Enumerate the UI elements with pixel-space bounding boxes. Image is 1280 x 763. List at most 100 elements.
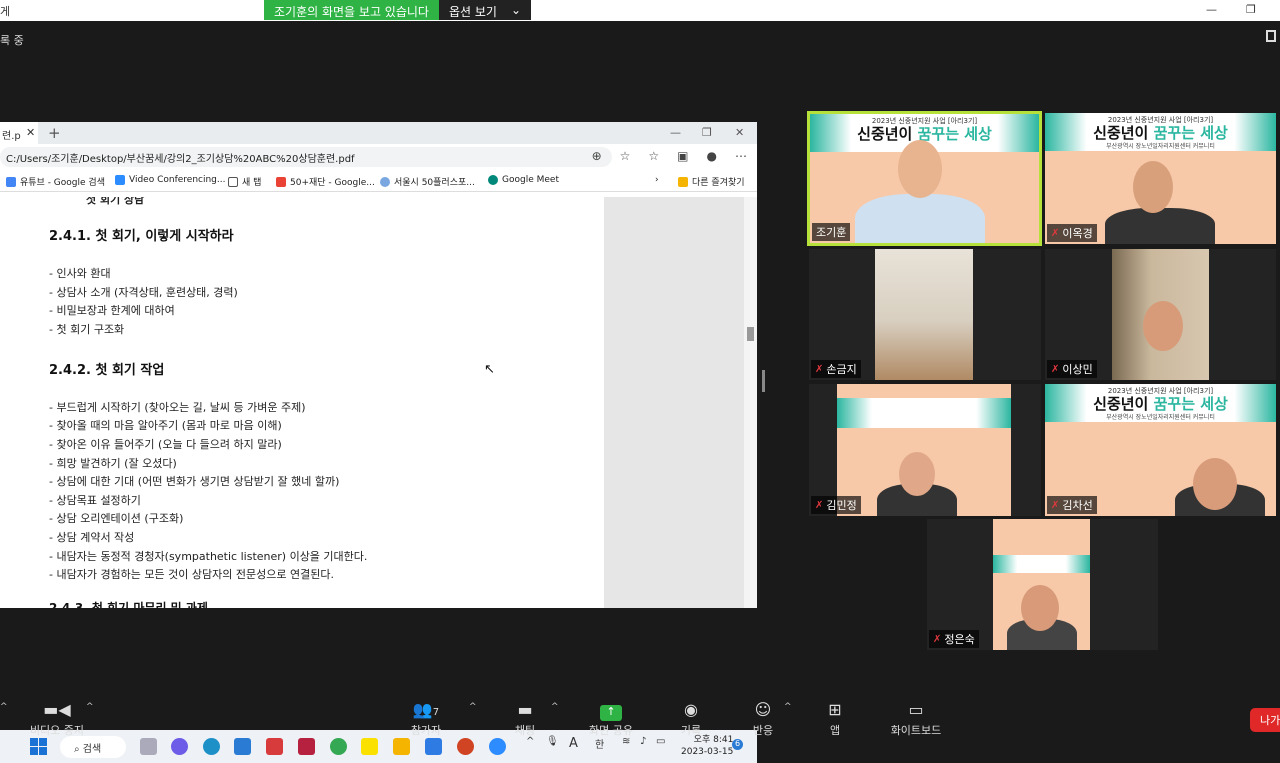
video-tile[interactable]: 2023년 신중년지원 사업 [아리3기] 신중년이 꿈꾸는 세상 조기훈 bbox=[807, 111, 1042, 246]
recording-status: 록 중 bbox=[0, 34, 24, 47]
participant-label: ✗ 이상민 bbox=[1047, 360, 1097, 378]
bookmark-item[interactable]: 새 탭 bbox=[228, 175, 261, 188]
participants-icon: 👥 bbox=[412, 700, 433, 719]
mic-icon[interactable]: 🎙 bbox=[546, 736, 559, 747]
gallery-view-icon[interactable] bbox=[1266, 30, 1276, 42]
new-tab-icon[interactable]: + bbox=[48, 124, 61, 142]
profile-icon[interactable]: ● bbox=[707, 149, 717, 163]
list-item: - 상담목표 설정하기 bbox=[49, 494, 141, 507]
pdf-margin bbox=[604, 197, 744, 608]
reactions-caret-icon[interactable]: ^ bbox=[784, 702, 792, 712]
taskbar-search[interactable]: ⌕ 검색 bbox=[60, 736, 126, 758]
ime-indicator[interactable]: 한 bbox=[595, 736, 604, 751]
video-tile[interactable]: ✗ 이상민 bbox=[1045, 249, 1276, 380]
whiteboard-button[interactable]: ▭ 화이트보드 bbox=[884, 700, 948, 738]
whiteboard-icon: ▭ bbox=[908, 700, 924, 719]
chat-caret-icon[interactable]: ^ bbox=[551, 702, 559, 712]
list-item: - 희망 발견하기 (잘 오셨다) bbox=[49, 457, 177, 470]
list-item: - 상담 계약서 작성 bbox=[49, 531, 135, 544]
windows-taskbar: ⌕ 검색 ^ 🎙 A 한 ≋ ♪ ▭ 오후 8:41 2023-03-15 6 bbox=[0, 730, 757, 763]
mini-banner bbox=[993, 555, 1090, 573]
pdf-document: 첫 회기 상담 2.4.1. 첫 회기, 이렇게 시작하라 - 인사와 환대 -… bbox=[0, 197, 604, 608]
person-face bbox=[1143, 301, 1183, 351]
browser-close-icon[interactable]: ✕ bbox=[735, 126, 744, 139]
close-tab-icon[interactable]: ✕ bbox=[26, 126, 35, 139]
mic-muted-icon: ✗ bbox=[815, 363, 824, 375]
list-item: - 상담사 소개 (자격상태, 훈련상태, 경력) bbox=[49, 286, 238, 299]
participants-button[interactable]: 👥7 참가자 bbox=[404, 700, 448, 738]
bookmark-item[interactable]: 유튜브 - Google 검색 bbox=[6, 175, 105, 188]
chat-icon: ▬ bbox=[517, 700, 533, 719]
mic-muted-icon: ✗ bbox=[815, 499, 824, 511]
browser-restore-icon[interactable]: ❐ bbox=[702, 126, 712, 139]
mic-muted-icon: ✗ bbox=[933, 633, 942, 645]
site-icon bbox=[380, 176, 390, 187]
favorites-list-icon[interactable]: ☆ bbox=[648, 149, 659, 163]
zoom-icon[interactable]: ⊕ bbox=[592, 149, 602, 163]
mic-muted-icon: ✗ bbox=[1051, 499, 1060, 511]
splitter-handle[interactable] bbox=[762, 370, 765, 392]
collections-icon[interactable]: ▣ bbox=[677, 149, 688, 163]
video-tile[interactable]: ✗ 김민정 bbox=[809, 384, 1041, 516]
participant-label: ✗ 정은숙 bbox=[929, 630, 979, 648]
chevron-down-icon: ⌄ bbox=[510, 3, 522, 17]
view-options-button[interactable]: 옵션 보기 ⌄ bbox=[438, 0, 532, 20]
participant-label: ✗ 김민정 bbox=[811, 496, 861, 514]
caret-icon[interactable]: ^ bbox=[0, 702, 8, 712]
zoom-app-icon bbox=[115, 175, 125, 185]
banner: 2023년 신중년지원 사업 [아리3기] 신중년이 꿈꾸는 세상 부산광역시 … bbox=[1045, 113, 1276, 151]
record-icon: ◉ bbox=[684, 700, 698, 719]
minimize-icon[interactable]: — bbox=[1206, 3, 1217, 16]
browser-minimize-icon[interactable]: — bbox=[670, 126, 681, 139]
chevron-right-icon[interactable]: › bbox=[655, 175, 659, 185]
person-face bbox=[899, 452, 935, 496]
mouse-cursor-icon: ↖ bbox=[484, 362, 495, 377]
banner: 2023년 신중년지원 사업 [아리3기] 신중년이 꿈꾸는 세상 부산광역시 … bbox=[1045, 384, 1276, 422]
shared-screen: 련.p ✕ + — ❐ ✕ C:/Users/조기훈/Desktop/부산꿈세/… bbox=[0, 122, 757, 763]
search-icon: ⌕ bbox=[74, 744, 83, 755]
google-icon bbox=[276, 176, 286, 187]
bookmark-item[interactable]: Google Meet bbox=[488, 175, 559, 185]
person-face bbox=[1193, 458, 1237, 510]
bookmark-item[interactable]: 50+재단 - Google... bbox=[276, 175, 375, 188]
participant-label: ✗ 이옥경 bbox=[1047, 224, 1097, 242]
bookmark-item[interactable]: Video Conferencing... bbox=[115, 175, 225, 185]
battery-icon[interactable]: ▭ bbox=[656, 736, 665, 747]
video-stop-button[interactable]: ▬◀ 비디오 중지 bbox=[22, 700, 92, 738]
page-icon bbox=[228, 176, 238, 187]
chat-button[interactable]: ▬ 채팅 bbox=[510, 700, 540, 738]
bookmark-item[interactable]: 서울시 50플러스포... bbox=[380, 175, 475, 188]
list-item: - 상담 오리엔테이션 (구조화) bbox=[49, 512, 184, 525]
reactions-button[interactable]: ☺ 반응 bbox=[748, 700, 778, 738]
participants-caret-icon[interactable]: ^ bbox=[469, 702, 477, 712]
address-input[interactable]: C:/Users/조기훈/Desktop/부산꿈세/강의2_조기상담%20ABC… bbox=[0, 147, 612, 167]
smiley-icon: ☺ bbox=[754, 700, 772, 719]
list-item: - 상담에 대한 기대 (어떤 변화가 생기면 상담받기 잘 했네 할까) bbox=[49, 475, 340, 488]
folder-icon bbox=[678, 176, 688, 187]
zoom-top-bar: 게 조기훈의 화면을 보고 있습니다 옵션 보기 ⌄ — ❐ bbox=[0, 0, 1280, 21]
volume-icon[interactable]: ♪ bbox=[640, 736, 646, 747]
person-face bbox=[898, 140, 942, 198]
video-tile[interactable]: 2023년 신중년지원 사업 [아리3기] 신중년이 꿈꾸는 세상 부산광역시 … bbox=[1045, 113, 1276, 244]
video-room-image bbox=[875, 249, 973, 380]
meet-icon bbox=[488, 175, 498, 185]
font-icon[interactable]: A bbox=[569, 736, 578, 751]
video-tile[interactable]: ✗ 정은숙 bbox=[927, 519, 1158, 650]
share-screen-button[interactable]: ↑ 화면 공유 bbox=[584, 700, 638, 738]
record-button[interactable]: ◉ 기록 bbox=[676, 700, 706, 738]
video-tile[interactable]: ✗ 손금지 bbox=[809, 249, 1041, 380]
pdf-scrollbar[interactable] bbox=[744, 197, 757, 608]
video-tile[interactable]: 2023년 신중년지원 사업 [아리3기] 신중년이 꿈꾸는 세상 부산광역시 … bbox=[1045, 384, 1276, 516]
list-item: - 찾아올 때의 마음 알아주기 (몸과 마로 마음 이해) bbox=[49, 419, 282, 432]
favorite-icon[interactable]: ☆ bbox=[620, 149, 631, 163]
scroll-thumb[interactable] bbox=[747, 327, 754, 341]
list-item: - 비밀보장과 한계에 대하여 bbox=[49, 304, 175, 317]
leave-button[interactable]: 나가 bbox=[1250, 708, 1280, 732]
google-icon bbox=[6, 176, 16, 187]
video-options-caret-icon[interactable]: ^ bbox=[86, 702, 94, 712]
restore-icon[interactable]: ❐ bbox=[1246, 3, 1256, 16]
apps-button[interactable]: ⊞ 앱 bbox=[820, 700, 850, 738]
more-icon[interactable]: ⋯ bbox=[735, 149, 747, 163]
mirrored-banner bbox=[837, 398, 1011, 428]
other-favorites[interactable]: 다른 즐겨찾기 bbox=[678, 175, 745, 188]
